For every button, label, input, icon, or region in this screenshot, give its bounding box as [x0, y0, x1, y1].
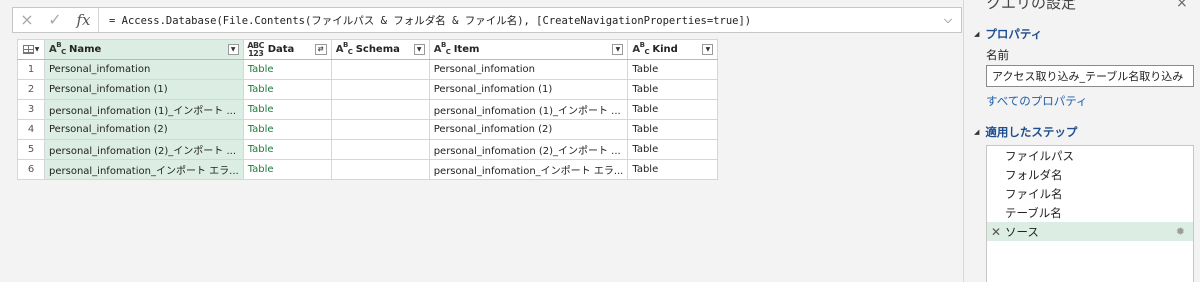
- column-header-data[interactable]: ABC 123 Data ⇄: [242, 39, 332, 60]
- step-item[interactable]: テーブル名: [987, 203, 1193, 222]
- chevron-down-icon[interactable]: ⌵: [935, 13, 961, 27]
- cell-name[interactable]: Personal_infomation (2): [44, 119, 244, 140]
- table-row[interactable]: 5 personal_infomation (2)_インポート ... Tabl…: [17, 139, 719, 160]
- cell-kind[interactable]: Table: [627, 79, 719, 100]
- table-row[interactable]: 2 Personal_infomation (1) Table Personal…: [17, 79, 719, 100]
- cell-data-table-link[interactable]: Table: [242, 159, 332, 180]
- query-settings-pane: クエリの設定 × ◢ プロパティ 名前 すべてのプロパティ ◢ 適用したステップ…: [963, 0, 1200, 282]
- cell-data-table-link[interactable]: Table: [242, 79, 332, 100]
- cell-name[interactable]: personal_infomation (1)_インポート ...: [44, 99, 244, 120]
- applied-steps-list: ファイルパス フォルダ名 ファイル名 テーブル名 ✕ ソース ✹: [986, 145, 1194, 282]
- filter-dropdown-icon[interactable]: ▼: [413, 44, 425, 55]
- column-header-item[interactable]: ABC Item ▼: [428, 39, 629, 60]
- table-row[interactable]: 4 Personal_infomation (2) Table Personal…: [17, 119, 719, 140]
- fx-icon[interactable]: fx: [69, 8, 99, 32]
- delete-step-icon[interactable]: ✕: [991, 225, 1005, 239]
- gear-icon[interactable]: ✹: [1176, 225, 1185, 238]
- cell-item[interactable]: personal_infomation_インポート エラ...: [428, 159, 629, 180]
- collapse-triangle-icon[interactable]: ◢: [974, 128, 979, 136]
- row-number: 2: [17, 79, 45, 100]
- cell-schema[interactable]: [330, 159, 430, 180]
- cell-schema[interactable]: [330, 59, 430, 80]
- table-row[interactable]: 3 personal_infomation (1)_インポート ... Tabl…: [17, 99, 719, 120]
- cell-data-table-link[interactable]: Table: [242, 119, 332, 140]
- all-properties-link[interactable]: すべてのプロパティ: [986, 93, 1088, 109]
- cell-item[interactable]: Personal_infomation: [428, 59, 629, 80]
- cell-data-table-link[interactable]: Table: [242, 139, 332, 160]
- step-item[interactable]: フォルダ名: [987, 165, 1193, 184]
- cell-name[interactable]: personal_infomation_インポート エラ...: [44, 159, 244, 180]
- table-row[interactable]: 1 Personal_infomation Table Personal_inf…: [17, 59, 719, 80]
- expand-column-icon[interactable]: ⇄: [314, 44, 327, 55]
- cell-item[interactable]: personal_infomation (1)_インポート ...: [428, 99, 629, 120]
- confirm-formula-icon[interactable]: ✓: [41, 8, 69, 32]
- filter-dropdown-icon[interactable]: ▼: [702, 44, 714, 55]
- row-number: 6: [17, 159, 45, 180]
- cell-kind[interactable]: Table: [627, 139, 719, 160]
- cell-kind[interactable]: Table: [627, 159, 719, 180]
- row-number: 4: [17, 119, 45, 140]
- column-header-kind[interactable]: ABC Kind ▼: [627, 39, 719, 60]
- cell-kind[interactable]: Table: [627, 59, 719, 80]
- data-grid: ▼ ABC Name ▼ ABC 123 Data ⇄ A B C Schema…: [17, 39, 719, 180]
- cell-item[interactable]: personal_infomation (2)_インポート ...: [428, 139, 629, 160]
- any-type-icon[interactable]: ABC 123: [247, 41, 264, 58]
- cell-item[interactable]: Personal_infomation (1): [428, 79, 629, 100]
- step-item-selected[interactable]: ✕ ソース ✹: [987, 222, 1193, 241]
- power-query-editor: × ✓ fx = Access.Database(File.Contents(フ…: [0, 0, 1200, 282]
- properties-section-header[interactable]: ◢ プロパティ: [974, 26, 1042, 42]
- close-icon[interactable]: ×: [1176, 0, 1188, 11]
- name-label: 名前: [986, 48, 1009, 62]
- formula-bar: × ✓ fx = Access.Database(File.Contents(フ…: [12, 7, 962, 33]
- cell-data-table-link[interactable]: Table: [242, 59, 332, 80]
- cell-kind[interactable]: Table: [627, 119, 719, 140]
- cell-schema[interactable]: [330, 79, 430, 100]
- row-number: 5: [17, 139, 45, 160]
- cell-name[interactable]: Personal_infomation: [44, 59, 244, 80]
- table-menu-icon[interactable]: ▼: [17, 39, 45, 60]
- filter-dropdown-icon[interactable]: ▼: [227, 44, 239, 55]
- filter-dropdown-icon[interactable]: ▼: [612, 44, 624, 55]
- collapse-triangle-icon[interactable]: ◢: [974, 30, 979, 38]
- cancel-formula-icon[interactable]: ×: [13, 8, 41, 32]
- query-name-input[interactable]: [986, 65, 1194, 87]
- cell-item[interactable]: Personal_infomation (2): [428, 119, 629, 140]
- cell-name[interactable]: personal_infomation (2)_インポート ...: [44, 139, 244, 160]
- cell-kind[interactable]: Table: [627, 99, 719, 120]
- main-pane: × ✓ fx = Access.Database(File.Contents(フ…: [0, 0, 963, 282]
- text-type-icon[interactable]: ABC: [336, 41, 353, 56]
- formula-input[interactable]: = Access.Database(File.Contents(ファイルパス &…: [99, 13, 935, 28]
- row-number: 3: [17, 99, 45, 120]
- text-type-icon[interactable]: ABC: [632, 41, 649, 56]
- row-number: 1: [17, 59, 45, 80]
- column-header-name[interactable]: ABC Name ▼: [44, 39, 244, 60]
- cell-schema[interactable]: [330, 119, 430, 140]
- table-row[interactable]: 6 personal_infomation_インポート エラ... Table …: [17, 159, 719, 180]
- text-type-icon[interactable]: ABC: [434, 41, 451, 56]
- grid-header-row: ▼ ABC Name ▼ ABC 123 Data ⇄ A B C Schema…: [17, 39, 719, 60]
- cell-data-table-link[interactable]: Table: [242, 99, 332, 120]
- step-item[interactable]: ファイル名: [987, 184, 1193, 203]
- cell-name[interactable]: Personal_infomation (1): [44, 79, 244, 100]
- cell-schema[interactable]: [330, 99, 430, 120]
- pane-title: クエリの設定: [986, 0, 1077, 12]
- column-header-schema[interactable]: ABC Schema ▼: [330, 39, 430, 60]
- applied-steps-section-header[interactable]: ◢ 適用したステップ: [974, 124, 1077, 140]
- text-type-icon[interactable]: ABC: [49, 41, 66, 56]
- step-item[interactable]: ファイルパス: [987, 146, 1193, 165]
- cell-schema[interactable]: [330, 139, 430, 160]
